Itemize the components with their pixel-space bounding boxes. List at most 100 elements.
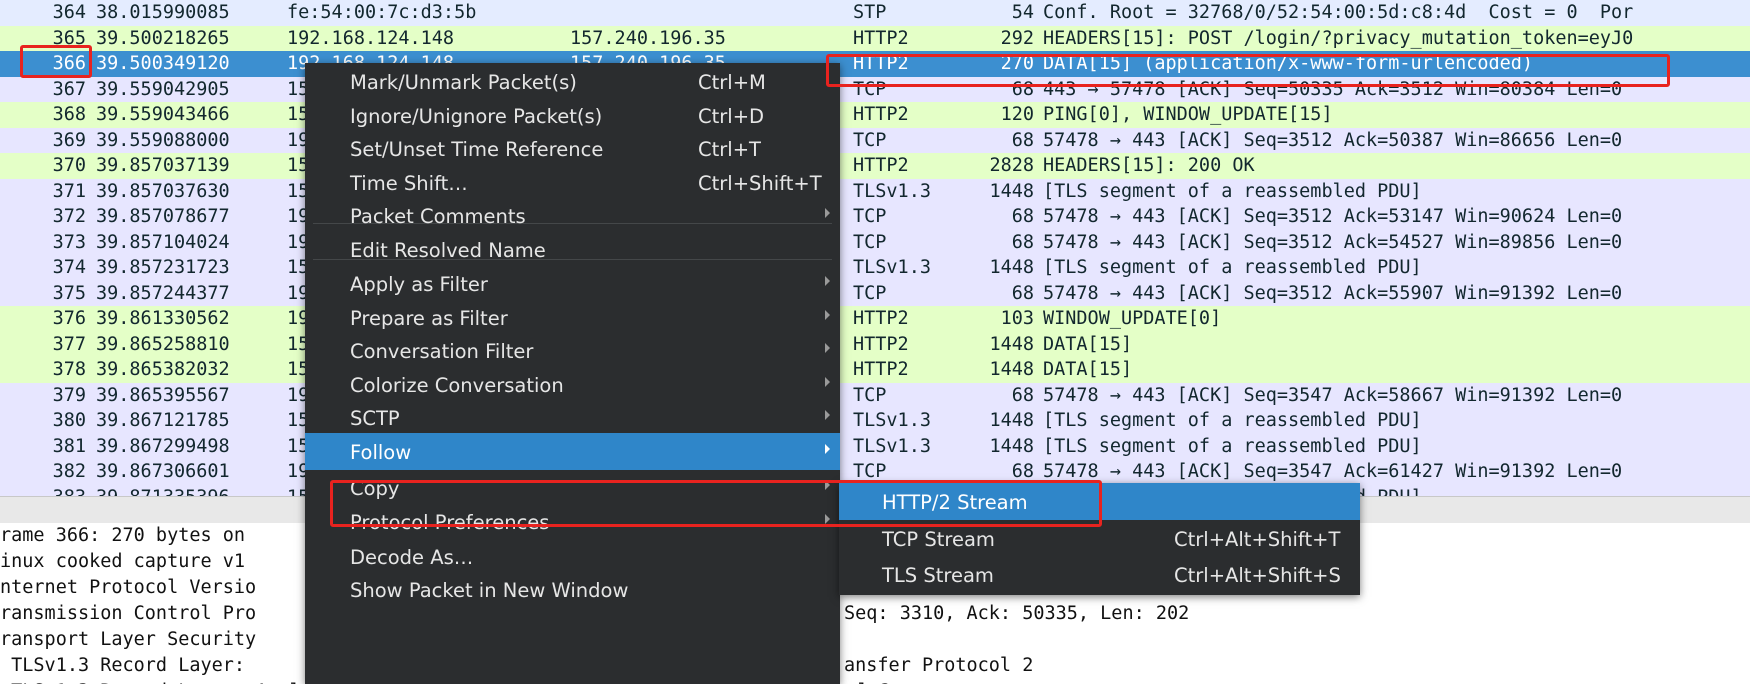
cell-protocol: TLSv1.3 bbox=[853, 257, 931, 278]
cell-number: 380 bbox=[52, 410, 86, 431]
submenu-item-tls-stream[interactable]: TLS Stream Ctrl+Alt+Shift+S bbox=[839, 556, 1360, 593]
cell-protocol: TCP bbox=[853, 129, 887, 151]
packet-list[interactable]: 364 38.015990085 fe:54:00:7c:d3:5b STP 54 Con… bbox=[0, 0, 1750, 496]
menu-item-label: Decode As… bbox=[350, 546, 474, 569]
menu-item-label: Protocol Preferences bbox=[350, 511, 550, 534]
cell-protocol: STP bbox=[853, 2, 887, 23]
cell-number: 383 bbox=[0, 485, 86, 497]
detail-line[interactable]: ransmission Control Pro Seq: 3310, Ack: 5… bbox=[0, 601, 1750, 627]
cell-length: 68 bbox=[1011, 78, 1034, 100]
menu-item-label: Set/Unset Time Reference bbox=[350, 138, 604, 161]
cell-info: Conf. Root = 32768/0/52:54:00:5d:c8:4d C… bbox=[1043, 2, 1634, 23]
packet-row[interactable]: 365 39.500218265 192.168.124.148 157.240.19… bbox=[0, 25, 1750, 51]
submenu-arrow-icon bbox=[825, 444, 830, 454]
menu-item-time-shift[interactable]: Time Shift… Ctrl+Shift+T bbox=[305, 164, 840, 201]
cell-time: 39.500349120 bbox=[96, 53, 230, 74]
cell-protocol: TCP bbox=[853, 461, 887, 482]
cell-time: 39.857037139 bbox=[96, 155, 230, 176]
packet-row[interactable]: 37539.857244377192.168.124.148157.240.19… bbox=[0, 280, 1750, 306]
menu-item-packet-comments[interactable]: Packet Comments bbox=[305, 197, 840, 234]
packet-row[interactable]: 36839.559043466157.240.196.35192.168.124… bbox=[0, 102, 1750, 128]
packet-row[interactable]: 37939.865395567192.168.124.148157.240.19… bbox=[0, 382, 1750, 408]
packet-row[interactable]: 37739.865258810157.240.196.35192.168.124… bbox=[0, 331, 1750, 357]
menu-item-copy[interactable]: Copy bbox=[305, 469, 840, 506]
packet-row[interactable]: 37839.865382032157.240.196.35192.168.124… bbox=[0, 357, 1750, 383]
packet-row[interactable]: 37039.857037139157.240.196.35192.168.124… bbox=[0, 153, 1750, 179]
menu-item-follow[interactable]: Follow bbox=[305, 433, 840, 470]
packet-row[interactable]: 36939.559088000192.168.124.148157.240.19… bbox=[0, 127, 1750, 153]
cell-time: 39.857078677 bbox=[96, 206, 230, 227]
cell-info: [TLS segment of a reassembled PDU] bbox=[1043, 257, 1422, 278]
cell-protocol: HTTP2 bbox=[853, 53, 909, 74]
cell-info: [TLS segment of a reassembled PDU] bbox=[1043, 410, 1422, 431]
submenu-item-http-2-stream[interactable]: HTTP/2 Stream bbox=[839, 483, 1360, 520]
submenu-arrow-icon bbox=[825, 377, 830, 387]
cell-info: 443 → 57478 [ACK] Seq=50335 Ack=3512 Win… bbox=[1043, 78, 1623, 100]
cell-length: 68 bbox=[1011, 129, 1034, 151]
cell-number: 373 bbox=[52, 231, 86, 253]
cell-protocol: HTTP2 bbox=[853, 308, 909, 329]
packet-row[interactable]: 36739.559042905157.240.196.35192.168.124… bbox=[0, 76, 1750, 102]
menu-item-ignore-unignore-packet-s[interactable]: Ignore/Unignore Packet(s) Ctrl+D bbox=[305, 97, 840, 134]
packet-row[interactable]: 38139.867299498157.240.196.35192.168.124… bbox=[0, 433, 1750, 459]
cell-time: 39.861330562 bbox=[96, 308, 230, 329]
submenu-item-shortcut: Ctrl+Alt+Shift+T bbox=[1174, 528, 1341, 551]
cell-time: 39.867299498 bbox=[96, 435, 230, 457]
packet-row[interactable]: 38239.867306601192.168.124.148157.240.19… bbox=[0, 459, 1750, 485]
submenu-arrow-icon bbox=[825, 276, 830, 286]
cell-protocol: TCP bbox=[853, 231, 887, 253]
menu-item-show-packet-in-new-window[interactable]: Show Packet in New Window bbox=[305, 571, 840, 608]
submenu-arrow-icon bbox=[825, 208, 830, 218]
menu-item-colorize-conversation[interactable]: Colorize Conversation bbox=[305, 366, 840, 403]
cell-length: 68 bbox=[1011, 384, 1034, 406]
cell-number: 366 bbox=[52, 53, 86, 74]
submenu-arrow-icon bbox=[825, 310, 830, 320]
submenu-item-tcp-stream[interactable]: TCP Stream Ctrl+Alt+Shift+T bbox=[839, 520, 1360, 557]
submenu-item-shortcut: Ctrl+Alt+Shift+S bbox=[1174, 564, 1341, 587]
cell-number: 377 bbox=[52, 333, 86, 355]
cell-info: 57478 → 443 [ACK] Seq=3512 Ack=54527 Win… bbox=[1043, 231, 1623, 253]
cell-time: 39.867121785 bbox=[96, 410, 230, 431]
menu-item-label: Prepare as Filter bbox=[350, 307, 508, 330]
detail-line[interactable]: TLSv1.3 Record Layer: Application Data P… bbox=[0, 679, 1750, 684]
menu-item-label: Copy bbox=[350, 477, 400, 500]
packet-row[interactable]: 37139.857037630157.240.196.35192.168.124… bbox=[0, 178, 1750, 204]
menu-item-mark-unmark-packet-s[interactable]: Mark/Unmark Packet(s) Ctrl+M bbox=[305, 63, 840, 100]
cell-protocol: HTTP2 bbox=[853, 333, 909, 355]
cell-info: 57478 → 443 [ACK] Seq=3547 Ack=61427 Win… bbox=[1043, 461, 1623, 482]
menu-item-decode-as[interactable]: Decode As… bbox=[305, 538, 840, 575]
packet-row[interactable]: 37439.857231723157.240.196.35192.168.124… bbox=[0, 255, 1750, 281]
menu-item-conversation-filter[interactable]: Conversation Filter bbox=[305, 332, 840, 369]
cell-number: 379 bbox=[52, 384, 86, 406]
detail-line[interactable]: TLSv1.3 Record Layer: ansfer Protocol 2 bbox=[0, 653, 1750, 679]
packet-row[interactable]: 37239.857078677192.168.124.148157.240.19… bbox=[0, 204, 1750, 230]
cell-protocol: TLSv1.3 bbox=[853, 410, 931, 431]
menu-item-label: Packet Comments bbox=[350, 205, 526, 228]
cell-protocol: TLSv1.3 bbox=[853, 435, 931, 457]
cell-length: 270 bbox=[1000, 53, 1034, 74]
packet-row[interactable]: 38039.867121785157.240.196.35192.168.124… bbox=[0, 408, 1750, 434]
menu-item-set-unset-time-reference[interactable]: Set/Unset Time Reference Ctrl+T bbox=[305, 130, 840, 167]
cell-length: 68 bbox=[1011, 231, 1034, 253]
packet-row[interactable]: 37339.857104024192.168.124.148157.240.19… bbox=[0, 229, 1750, 255]
menu-item-edit-resolved-name[interactable]: Edit Resolved Name bbox=[305, 231, 840, 268]
detail-line-text-right: Seq: 3310, Ack: 50335, Len: 202 bbox=[844, 603, 1190, 624]
packet-row[interactable]: 364 38.015990085 fe:54:00:7c:d3:5b STP 54 Con… bbox=[0, 0, 1750, 26]
cell-protocol: HTTP2 bbox=[853, 27, 909, 49]
submenu-item-label: TCP Stream bbox=[882, 528, 995, 551]
detail-line-text: inux cooked capture v1 bbox=[0, 551, 246, 572]
menu-item-protocol-preferences[interactable]: Protocol Preferences bbox=[305, 503, 840, 540]
cell-length: 103 bbox=[1000, 308, 1034, 329]
menu-item-sctp[interactable]: SCTP bbox=[305, 399, 840, 436]
cell-time: 39.857231723 bbox=[96, 257, 230, 278]
packet-row-selected[interactable]: 36639.500349120192.168.124.148157.240.19… bbox=[0, 51, 1750, 77]
menu-item-prepare-as-filter[interactable]: Prepare as Filter bbox=[305, 299, 840, 336]
cell-protocol: TCP bbox=[853, 384, 887, 406]
packet-row[interactable]: 37639.861330562192.168.124.148157.240.19… bbox=[0, 306, 1750, 332]
menu-item-apply-as-filter[interactable]: Apply as Filter bbox=[305, 265, 840, 302]
cell-protocol: TCP bbox=[853, 282, 887, 304]
detail-line[interactable]: ransport Layer Security bbox=[0, 627, 1750, 653]
cell-number: 381 bbox=[52, 435, 86, 457]
follow-submenu: HTTP/2 Stream TCP Stream Ctrl+Alt+Shift+T T… bbox=[839, 483, 1360, 595]
cell-info: 57478 → 443 [ACK] Seq=3512 Ack=50387 Win… bbox=[1043, 129, 1623, 151]
